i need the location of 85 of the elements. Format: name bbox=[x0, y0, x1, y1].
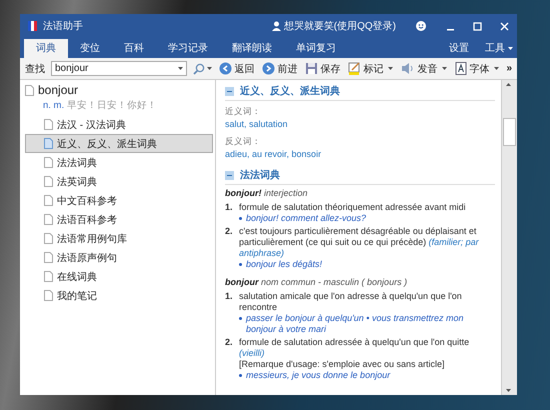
bullet-icon bbox=[239, 217, 242, 220]
more-button[interactable]: » bbox=[506, 63, 512, 74]
dictionary-item[interactable]: 法法词典 bbox=[25, 153, 213, 172]
entry-heading: bonjour! interjection bbox=[225, 188, 309, 198]
note-pencil-icon bbox=[348, 62, 362, 75]
bullet-icon bbox=[239, 263, 242, 266]
speaker-icon bbox=[401, 62, 416, 75]
dictionary-item[interactable]: 法语百科参考 bbox=[25, 210, 213, 229]
example-sentence: bonjour! comment allez-vous? bbox=[246, 213, 366, 224]
headword: bonjour bbox=[38, 83, 78, 97]
group-label: 近义词： bbox=[225, 106, 262, 118]
definition-text: c'est toujours particulièrement désagréable ou déplaisant et particulièrement (ce qui suit ou ce qui précède) (familier; par antiphrase) bbox=[239, 226, 480, 259]
sense-number: 2. bbox=[225, 337, 234, 349]
bullet-icon bbox=[239, 374, 242, 377]
group-label: 反义词： bbox=[225, 136, 262, 148]
document-icon bbox=[44, 290, 53, 301]
tab[interactable]: 词典 bbox=[24, 39, 68, 58]
document-icon bbox=[44, 176, 53, 187]
tab[interactable]: 百科 bbox=[112, 39, 156, 58]
document-icon bbox=[44, 138, 53, 149]
entry-heading: bonjour nom commun - masculin ( bonjours ) bbox=[225, 277, 408, 287]
dictionary-item[interactable]: 近义、反义、派生词典 bbox=[25, 134, 213, 153]
definition-text: salutation amicale que l'on adresse à quelqu'un que l'on rencontre bbox=[239, 291, 463, 313]
dictionary-item[interactable]: 法英词典 bbox=[25, 172, 213, 191]
word-links[interactable]: salut, salutation bbox=[225, 119, 495, 129]
document-icon bbox=[44, 252, 53, 263]
document-icon bbox=[44, 195, 53, 206]
word-links[interactable]: adieu, au revoir, bonsoir bbox=[225, 149, 495, 159]
scroll-thumb[interactable] bbox=[503, 118, 516, 146]
tab[interactable]: 变位 bbox=[68, 39, 112, 58]
dictionary-item[interactable]: 在线词典 bbox=[25, 267, 213, 286]
sense-number: 2. bbox=[225, 226, 234, 238]
document-icon bbox=[44, 271, 53, 282]
collapse-icon[interactable] bbox=[225, 170, 234, 180]
section-title: 近义、反义、派生词典 bbox=[240, 84, 340, 98]
bullet-icon bbox=[239, 317, 242, 320]
user-icon bbox=[272, 21, 281, 31]
definition-text: formule de salutation théoriquement adressée avant midi bbox=[239, 202, 466, 213]
window-title: 法语助手 bbox=[43, 20, 83, 33]
menu-item[interactable]: 工具 bbox=[485, 39, 505, 58]
caret-icon bbox=[442, 67, 448, 70]
toolbar-button[interactable]: 字体 bbox=[454, 62, 500, 76]
sense-number: 1. bbox=[225, 202, 234, 213]
section-title: 法法词典 bbox=[240, 168, 280, 182]
toolbar-button[interactable]: 标记 bbox=[347, 62, 394, 76]
example-sentence: bonjour les dégâts! bbox=[246, 259, 322, 270]
document-icon bbox=[44, 214, 53, 225]
example-sentence: passer le bonjour à quelqu'un • vous transmettrez mon bonjour à votre mari bbox=[246, 313, 464, 335]
account-link[interactable]: 想哭就要笑(使用QQ登录) bbox=[284, 19, 396, 33]
scrollbar[interactable] bbox=[501, 80, 517, 395]
example-sentence: messieurs, je vous donne le bonjour bbox=[246, 370, 390, 381]
dictionary-item[interactable]: 中文百科参考 bbox=[25, 191, 213, 210]
dictionary-item[interactable]: 法语原声例句 bbox=[25, 248, 213, 267]
caret-icon bbox=[207, 67, 212, 70]
tab[interactable]: 翻译朗读 bbox=[220, 39, 284, 58]
caret-icon bbox=[508, 47, 513, 50]
toolbar-button[interactable]: 发音 bbox=[400, 62, 448, 76]
search-icon[interactable] bbox=[193, 62, 206, 74]
caret-icon bbox=[494, 67, 500, 70]
document-icon bbox=[44, 233, 53, 244]
collapse-icon[interactable] bbox=[225, 86, 234, 96]
document-icon bbox=[44, 119, 53, 130]
tab[interactable]: 学习记录 bbox=[156, 39, 220, 58]
smiley-icon[interactable] bbox=[416, 21, 426, 31]
dictionary-item[interactable]: 我的笔记 bbox=[25, 286, 213, 305]
font-document-icon bbox=[455, 62, 468, 75]
brief-definition: n. m. 早安！日安！你好！ bbox=[43, 99, 158, 112]
document-icon bbox=[25, 84, 34, 96]
dictionary-item[interactable]: 法汉 - 汉法词典 bbox=[25, 115, 213, 134]
dictionary-item[interactable]: 法语常用例句库 bbox=[25, 229, 213, 248]
document-icon bbox=[44, 157, 53, 168]
caret-icon bbox=[178, 67, 184, 70]
toolbar-button[interactable]: 返回 bbox=[218, 62, 256, 76]
menu-item[interactable]: 设置 bbox=[449, 39, 469, 58]
toolbar-button[interactable]: 前进 bbox=[261, 62, 298, 76]
close-icon[interactable] bbox=[500, 22, 509, 30]
definition-text: formule de salutation adressée à quelqu'un que l'on quitte (vieilli) [Remarque d'usage: s'emploie avec ou sans article] bbox=[239, 337, 470, 370]
maximize-icon[interactable] bbox=[473, 22, 482, 30]
flag-icon bbox=[28, 21, 37, 31]
tab[interactable]: 单词复习 bbox=[284, 39, 348, 58]
sense-number: 1. bbox=[225, 291, 234, 303]
search-field[interactable]: bonjour bbox=[51, 61, 188, 76]
caret-icon bbox=[388, 67, 394, 70]
search-label: 查找 bbox=[25, 62, 45, 76]
toolbar-button[interactable]: 保存 bbox=[304, 62, 342, 76]
